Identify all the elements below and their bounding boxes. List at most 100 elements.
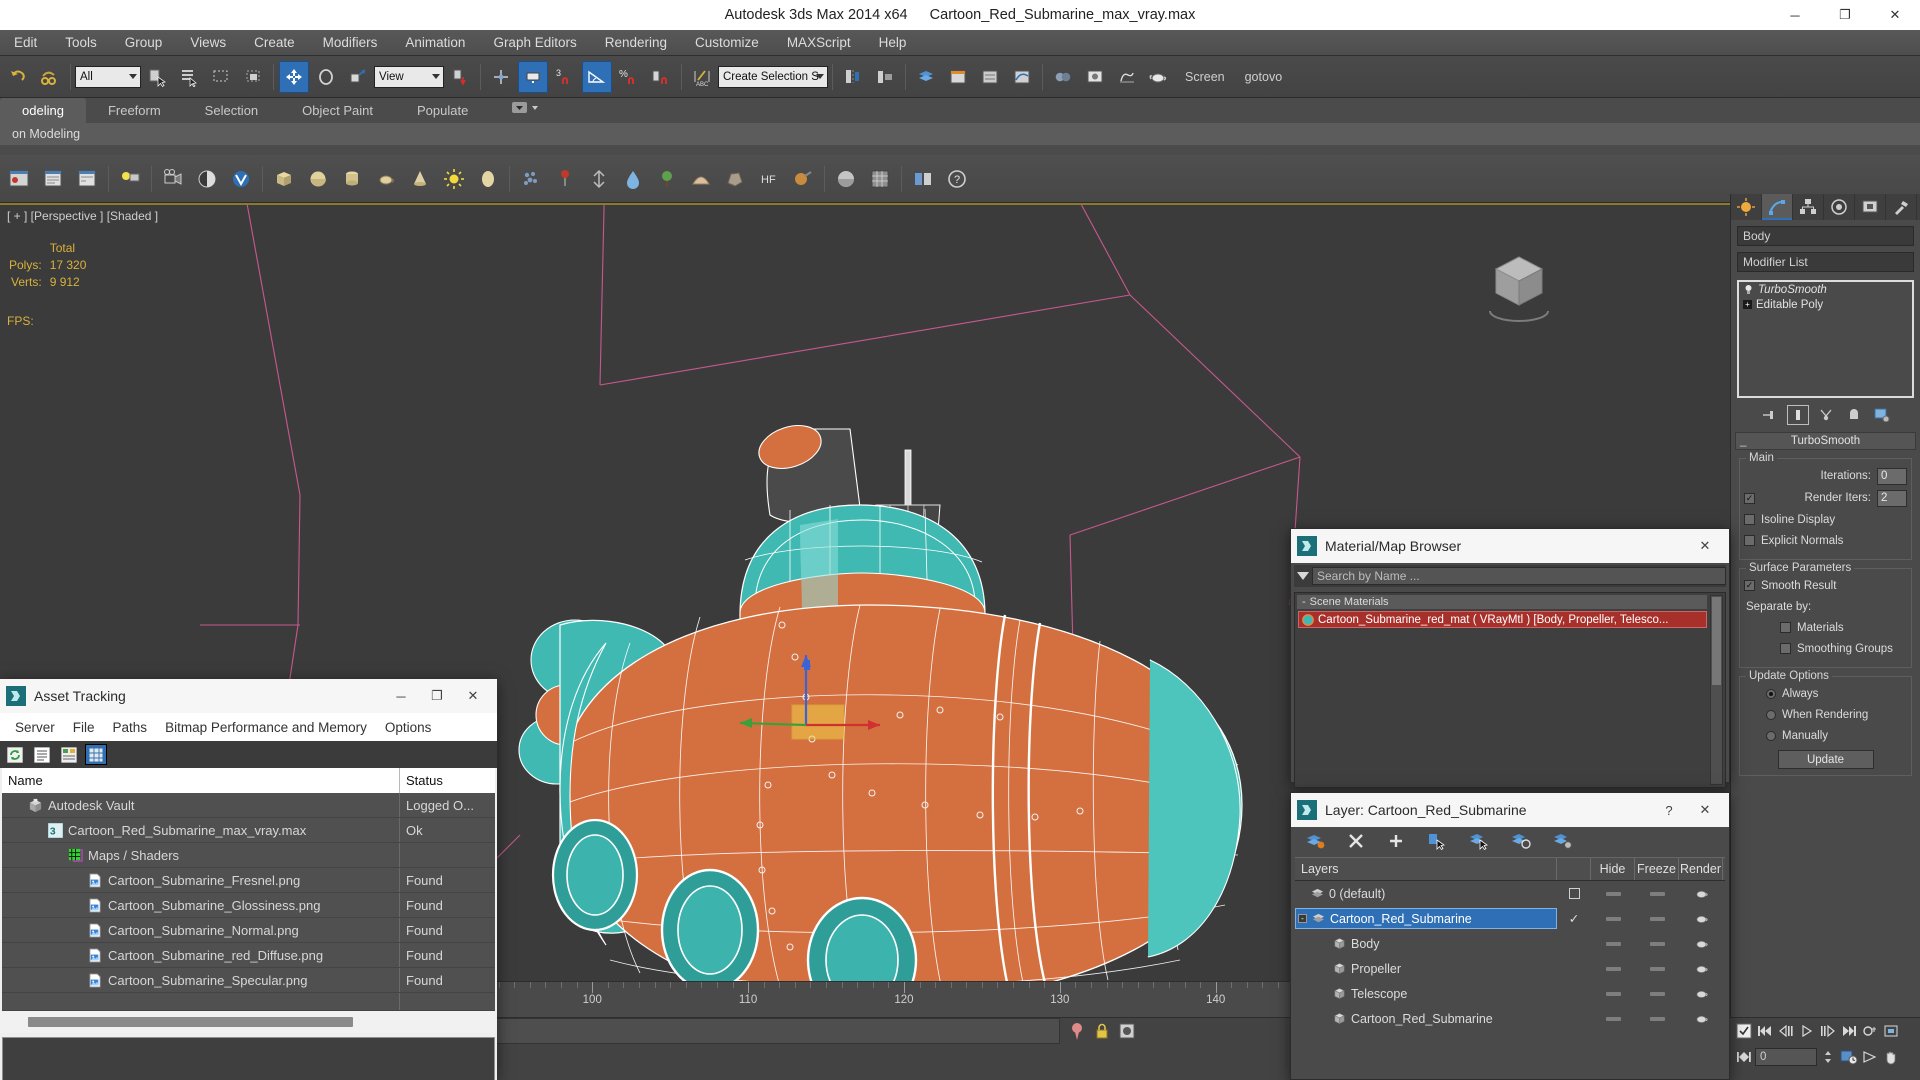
iterations-spinner[interactable]: 0 (1877, 467, 1907, 485)
update-button[interactable]: Update (1777, 750, 1874, 769)
update-manually-radio[interactable] (1766, 730, 1776, 741)
curve-editor-icon[interactable] (1007, 61, 1037, 93)
percent-snap-icon[interactable]: % (614, 61, 644, 93)
ribbon-overflow-dropdown-icon[interactable] (490, 98, 564, 123)
material-map-browser-window[interactable]: Material/Map Browser ✕ Search by Name ..… (1290, 528, 1730, 788)
modifier-stack[interactable]: TurboSmooth + Editable Poly (1737, 280, 1914, 398)
select-and-move-icon[interactable] (279, 60, 309, 93)
scene-explorer-icon[interactable] (943, 61, 973, 93)
cone-primitive-icon[interactable] (403, 160, 437, 198)
sunlight-icon[interactable] (437, 160, 471, 198)
search-input[interactable]: Search by Name ... (1312, 567, 1726, 585)
tab-hierarchy[interactable] (1793, 194, 1824, 220)
time-configuration-icon[interactable] (1839, 1047, 1859, 1067)
menu-item-tools[interactable]: Tools (51, 30, 111, 56)
render-setup-icon[interactable] (1080, 61, 1110, 93)
menu-item-create[interactable]: Create (240, 30, 309, 56)
select-and-manipulate-icon[interactable] (486, 61, 516, 93)
menu-item-rendering[interactable]: Rendering (591, 30, 681, 56)
ribbon-tab-selection[interactable]: Selection (183, 98, 280, 123)
freeze-toggle[interactable] (1649, 966, 1665, 971)
layer-help-button[interactable]: ? (1651, 793, 1687, 827)
layer-close-button[interactable]: ✕ (1687, 793, 1723, 827)
shading-half-sphere-icon[interactable] (190, 160, 224, 198)
view-cube[interactable] (1480, 245, 1558, 323)
freeze-toggle[interactable] (1649, 1016, 1665, 1021)
freeze-toggle[interactable] (1649, 916, 1665, 921)
hide-toggle[interactable] (1605, 966, 1621, 971)
asset-row[interactable]: Maps / Shaders (2, 843, 495, 868)
asset-row[interactable]: Cartoon_Submarine_Specular.png Found (2, 968, 495, 993)
render-toggle[interactable] (1679, 1013, 1723, 1024)
modifier-stack-item-editable-poly[interactable]: + Editable Poly (1739, 297, 1912, 312)
hf-icon[interactable]: HF (752, 160, 786, 198)
tab-display[interactable] (1855, 194, 1886, 220)
current-layer-check-icon[interactable]: ✓ (1569, 911, 1579, 926)
rock-icon[interactable] (718, 160, 752, 198)
capsule-primitive-icon[interactable] (471, 160, 505, 198)
asset-maximize-button[interactable]: ❐ (419, 679, 455, 713)
key-mode-icon[interactable] (1068, 1021, 1086, 1044)
asset-row[interactable]: Cartoon_Submarine_Glossiness.png Found (2, 893, 495, 918)
sphere-primitive-icon[interactable] (301, 160, 335, 198)
column-header-render[interactable]: Render (1679, 858, 1723, 880)
menu-item-edit[interactable]: Edit (0, 30, 51, 56)
layer-manager-window[interactable]: Layer: Cartoon_Red_Submarine ? ✕ Layers (1290, 792, 1730, 1080)
new-layer-icon[interactable] (1387, 832, 1405, 853)
layer-settings-icon[interactable] (1553, 832, 1573, 853)
water-icon[interactable] (616, 160, 650, 198)
update-when-rendering-radio[interactable] (1766, 709, 1776, 720)
align-icon[interactable] (870, 61, 900, 93)
undo-icon[interactable] (3, 61, 33, 93)
material-browser-list[interactable]: - Scene Materials Cartoon_Submarine_red_… (1294, 592, 1726, 788)
asset-menu-bitmap-performance-and-memory[interactable]: Bitmap Performance and Memory (156, 720, 376, 735)
ribbon-tab-populate[interactable]: Populate (395, 98, 490, 123)
asset-tracking-horizontal-scrollbar[interactable] (0, 1011, 497, 1033)
hide-toggle[interactable] (1605, 941, 1621, 946)
key-mode-toggle-icon[interactable] (1860, 1021, 1880, 1041)
menu-item-modifiers[interactable]: Modifiers (309, 30, 392, 56)
menu-item-help[interactable]: Help (865, 30, 921, 56)
column-header-name[interactable]: Name (2, 768, 400, 793)
material-editor-icon[interactable] (1048, 61, 1078, 93)
render-toggle[interactable] (1679, 938, 1723, 949)
column-header-freeze[interactable]: Freeze (1635, 858, 1679, 880)
menu-item-maxscript[interactable]: MAXScript (773, 30, 865, 56)
group-collapse-icon[interactable]: - (1302, 596, 1306, 608)
particle-system-icon[interactable] (514, 160, 548, 198)
material-item-selected[interactable]: Cartoon_Submarine_red_mat ( VRayMtl ) [B… (1298, 611, 1707, 628)
show-end-result-icon[interactable] (1786, 405, 1809, 425)
select-by-name-icon[interactable] (174, 61, 204, 93)
layer-properties-icon[interactable] (70, 160, 104, 198)
make-unique-icon[interactable] (1815, 405, 1837, 425)
select-layer-objects-icon[interactable] (1469, 832, 1489, 853)
asset-tracking-table[interactable]: Name Status Autodesk Vault Logged O... 3 Ca… (2, 768, 495, 1011)
help-icon[interactable]: ? (940, 160, 974, 198)
rollout-collapse-icon[interactable]: _ (1740, 435, 1746, 447)
expand-plus-icon[interactable]: + (1743, 300, 1752, 309)
asset-close-button[interactable]: ✕ (455, 679, 491, 713)
reference-coordinate-system-combo[interactable]: View (374, 65, 444, 88)
list-view-icon[interactable] (32, 745, 52, 764)
render-toggle[interactable] (1679, 913, 1723, 924)
remove-modifier-icon[interactable] (1843, 405, 1865, 425)
viewport-label[interactable]: [ + ] [Perspective ] [Shaded ] (7, 209, 158, 223)
tab-modify[interactable] (1762, 194, 1793, 220)
hide-toggle[interactable] (1605, 891, 1621, 896)
layer-row[interactable]: 0 (default) (1295, 881, 1725, 906)
column-header-status[interactable]: Status (400, 768, 495, 793)
delete-layer-icon[interactable] (1347, 832, 1365, 853)
layer-row[interactable]: Telescope (1295, 981, 1725, 1006)
materials-row[interactable]: Materials (1744, 619, 1907, 636)
smooth-result-row[interactable]: ✓ Smooth Result (1744, 577, 1907, 594)
render-toggle[interactable] (1679, 988, 1723, 999)
rectangular-selection-region-icon[interactable] (206, 61, 236, 93)
teapot-primitive-icon[interactable] (369, 160, 403, 198)
freeze-toggle[interactable] (1649, 991, 1665, 996)
lock-icon[interactable] (1094, 1022, 1110, 1043)
layer-row[interactable]: - Cartoon_Red_Submarine ✓ (1295, 906, 1725, 931)
select-and-rotate-icon[interactable] (311, 61, 341, 93)
tab-motion[interactable] (1824, 194, 1855, 220)
pin-stack-icon[interactable] (1759, 405, 1781, 425)
layer-manager-icon[interactable] (911, 61, 941, 93)
